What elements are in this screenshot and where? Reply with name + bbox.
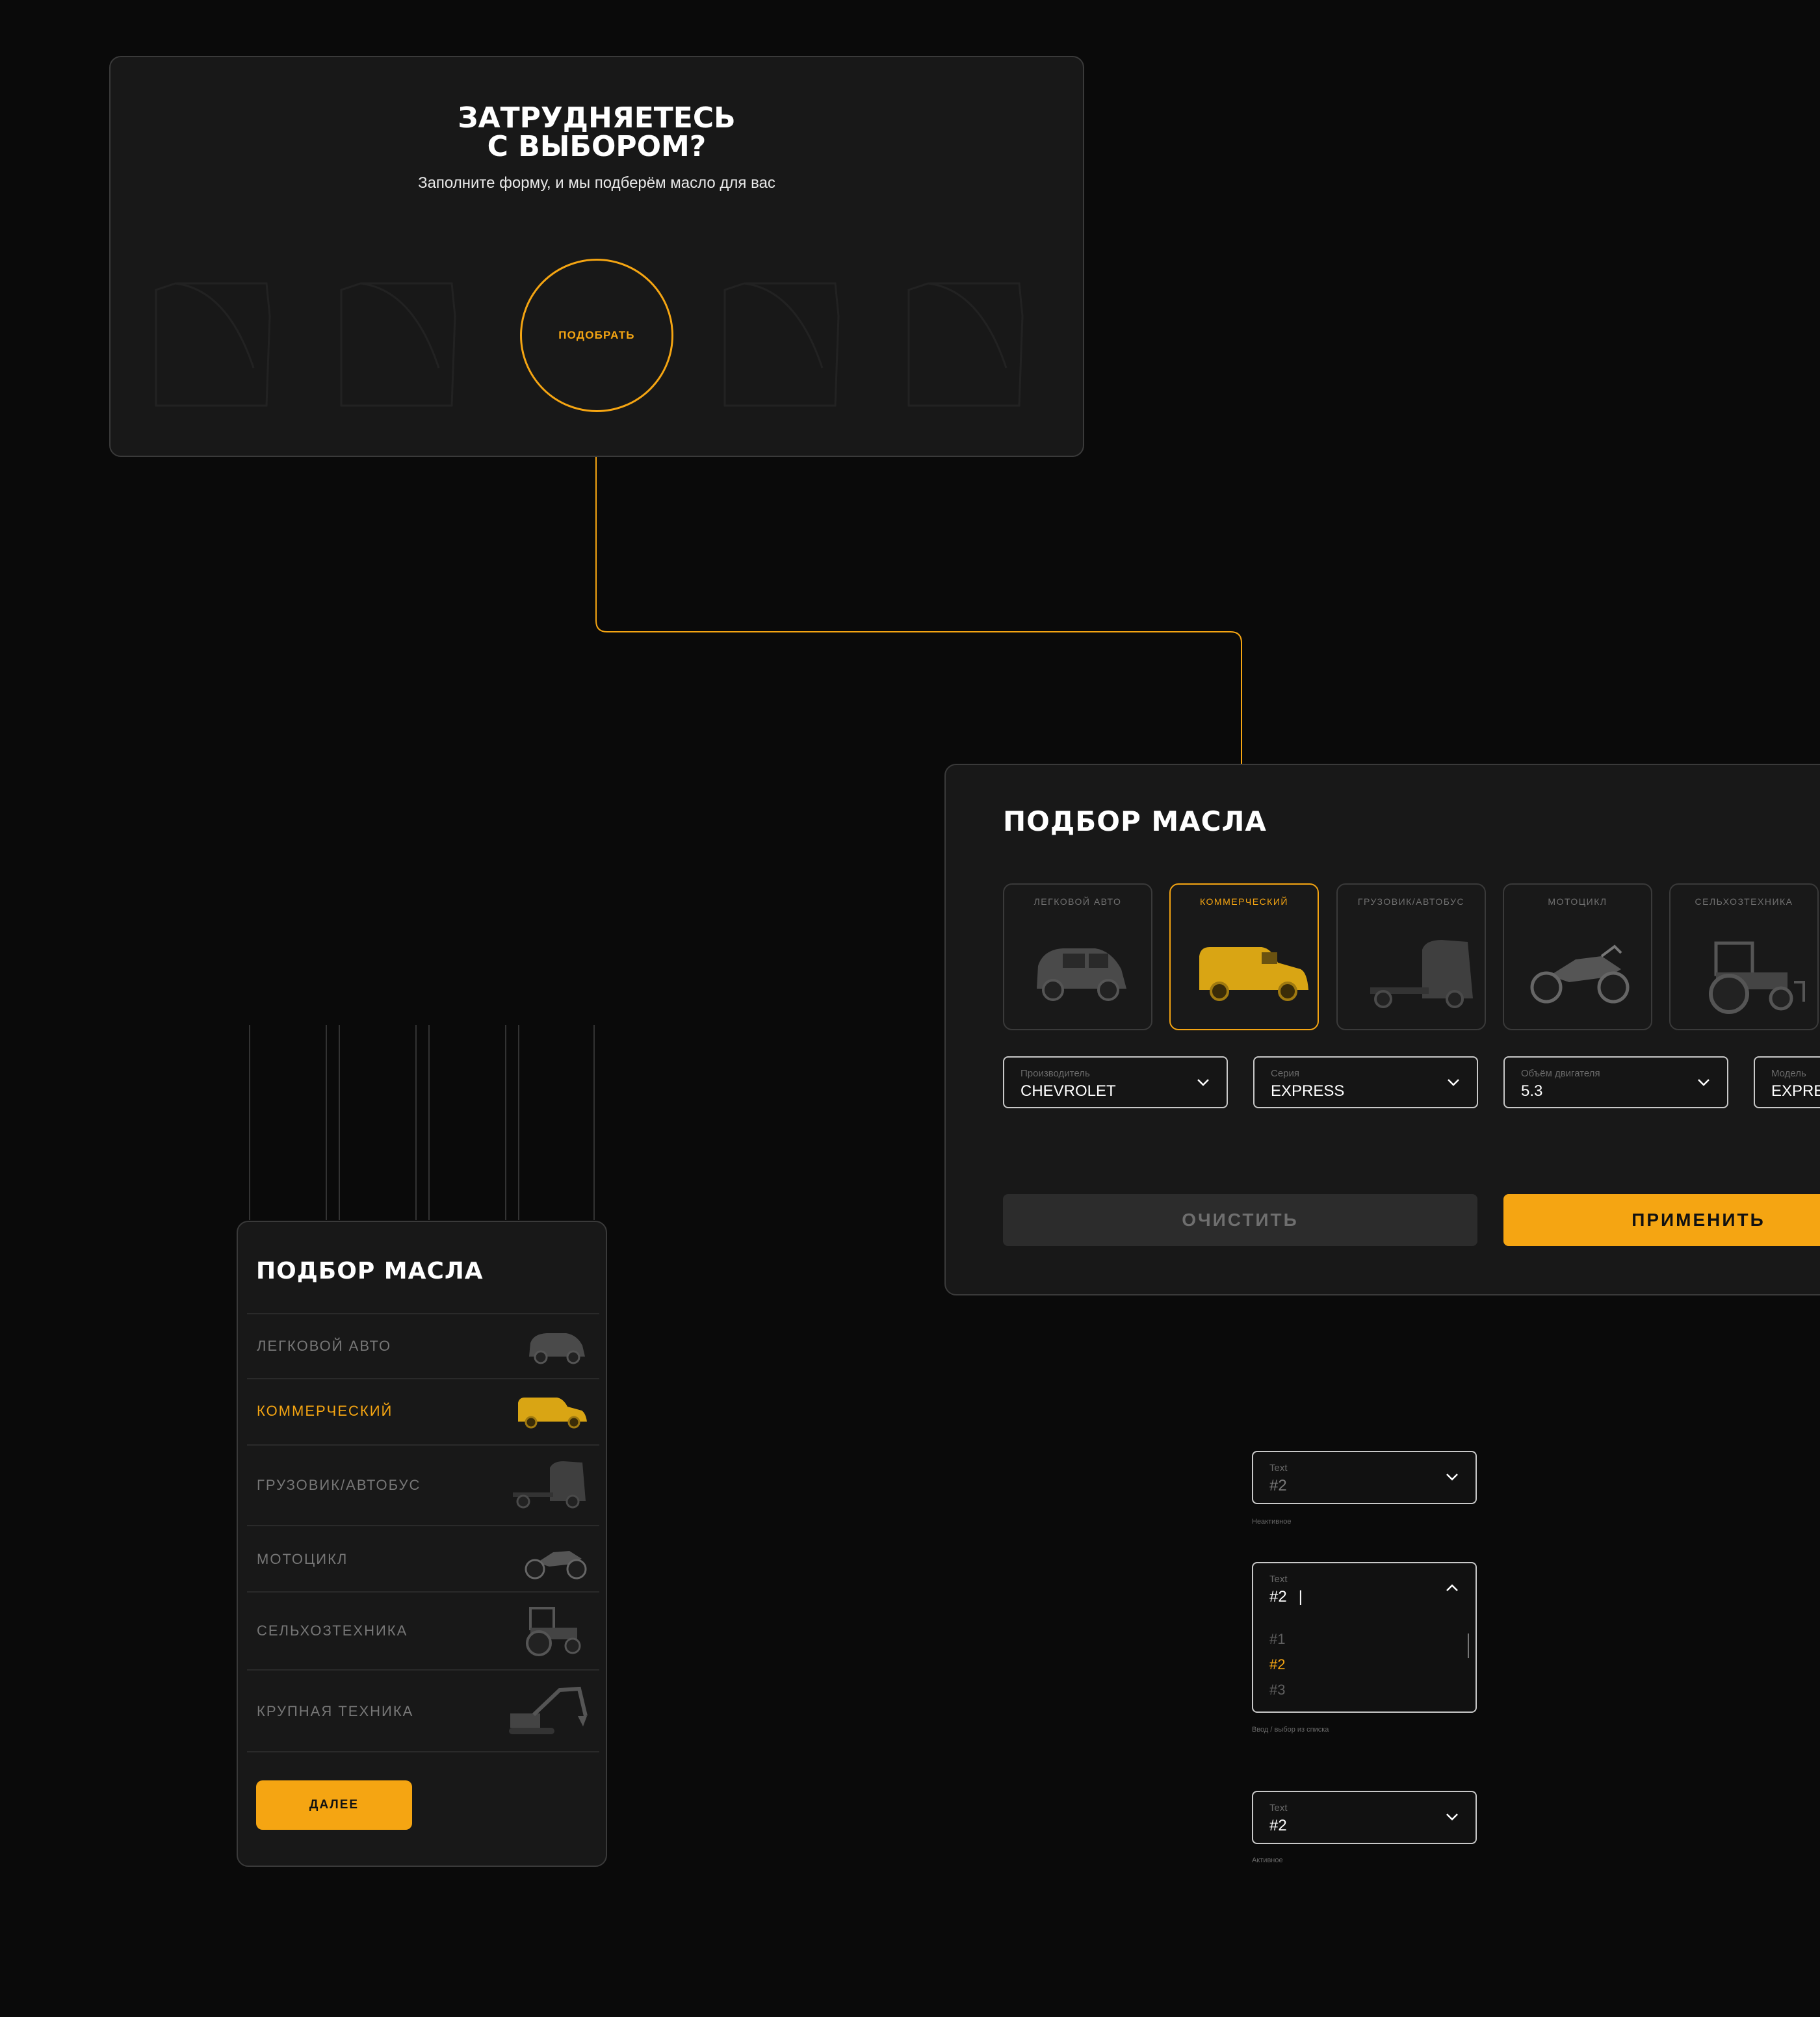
- promo-title: ЗАТРУДНЯЕТЕСЬ С ВЫБОРОМ?: [458, 101, 736, 163]
- canister-icon: [907, 282, 1024, 407]
- clear-button[interactable]: ОЧИСТИТЬ: [1003, 1194, 1477, 1246]
- chevron-down-icon: [1448, 1079, 1459, 1086]
- canister-icon: [155, 282, 271, 407]
- guide-line: [593, 1025, 595, 1220]
- tractor-icon: [526, 1607, 581, 1656]
- next-button[interactable]: ДАЛЕЕ: [256, 1780, 412, 1830]
- mobile-item-truck[interactable]: ГРУЗОВИК/АВТОБУС: [247, 1444, 599, 1525]
- van-icon: [518, 1398, 587, 1429]
- car-icon: [529, 1333, 585, 1364]
- mobile-item-commercial[interactable]: КОММЕРЧЕСКИЙ: [247, 1378, 599, 1444]
- state-note: Неактивное: [1252, 1518, 1292, 1526]
- chevron-down-icon: [1446, 1474, 1458, 1481]
- promo-card: ЗАТРУДНЯЕТЕСЬ С ВЫБОРОМ? Заполните форму…: [109, 56, 1084, 457]
- model-select[interactable]: Модель EXPRE: [1754, 1056, 1820, 1108]
- vehicle-tile-car[interactable]: ЛЕГКОВОЙ АВТО: [1003, 883, 1152, 1030]
- chevron-up-icon: [1446, 1584, 1458, 1591]
- scrollbar[interactable]: [1468, 1633, 1469, 1658]
- mobile-item-tractor[interactable]: СЕЛЬХОЗТЕХНИКА: [247, 1591, 599, 1669]
- canister-icon: [723, 282, 840, 407]
- guide-line: [415, 1025, 417, 1220]
- selector-title: ПОДБОР МАСЛА: [1003, 805, 1267, 837]
- dropdown-open[interactable]: Text #2 | #1 #2 #3: [1252, 1562, 1477, 1713]
- van-icon: [1199, 947, 1308, 1001]
- mobile-item-motorcycle[interactable]: МОТОЦИКЛ: [247, 1525, 599, 1591]
- chevron-down-icon: [1197, 1079, 1209, 1086]
- chevron-down-icon: [1698, 1079, 1710, 1086]
- mobile-item-heavy[interactable]: КРУПНАЯ ТЕХНИКА: [247, 1669, 599, 1752]
- guide-line: [326, 1025, 327, 1220]
- guide-line: [428, 1025, 430, 1220]
- vehicle-tile-tractor[interactable]: СЕЛЬХОЗТЕХНИКА: [1669, 883, 1819, 1030]
- guide-line: [339, 1025, 340, 1220]
- chevron-down-icon: [1446, 1814, 1458, 1821]
- mobile-item-car[interactable]: ЛЕГКОВОЙ АВТО: [247, 1313, 599, 1378]
- mobile-title: ПОДБОР МАСЛА: [256, 1258, 484, 1284]
- motorcycle-icon: [525, 1551, 587, 1580]
- guide-line: [518, 1025, 519, 1220]
- dropdown-option[interactable]: #1: [1269, 1631, 1285, 1648]
- manufacturer-select[interactable]: Производитель CHEVROLET: [1003, 1056, 1228, 1108]
- pick-oil-button[interactable]: ПОДОБРАТЬ: [520, 259, 673, 412]
- state-note: Активное: [1252, 1856, 1283, 1864]
- tractor-icon: [1709, 941, 1805, 1014]
- state-note: Ввод / выбор из списка: [1252, 1726, 1329, 1734]
- promo-subtitle: Заполните форму, и мы подберём масло для…: [418, 174, 775, 192]
- engine-volume-select[interactable]: Объём двигателя 5.3: [1503, 1056, 1728, 1108]
- apply-button[interactable]: ПРИМЕНИТЬ: [1503, 1194, 1820, 1246]
- truck-icon: [1370, 940, 1473, 1008]
- dropdown-input[interactable]: #2 |: [1269, 1588, 1303, 1606]
- guide-line: [249, 1025, 250, 1220]
- dropdown-inactive[interactable]: Text #2: [1252, 1451, 1477, 1504]
- truck-icon: [513, 1461, 586, 1509]
- dropdown-option[interactable]: #2: [1269, 1656, 1285, 1673]
- excavator-icon: [509, 1686, 588, 1734]
- vehicle-tile-commercial[interactable]: КОММЕРЧЕСКИЙ: [1169, 883, 1319, 1030]
- motorcycle-icon: [1530, 944, 1630, 1004]
- vehicle-tile-truck[interactable]: ГРУЗОВИК/АВТОБУС: [1336, 883, 1486, 1030]
- guide-line: [505, 1025, 506, 1220]
- car-icon: [1037, 948, 1126, 1001]
- series-select[interactable]: Серия EXPRESS: [1253, 1056, 1478, 1108]
- vehicle-tile-motorcycle[interactable]: МОТОЦИКЛ: [1503, 883, 1652, 1030]
- dropdown-option[interactable]: #3: [1269, 1682, 1285, 1698]
- oil-selector-mobile: ПОДБОР МАСЛА ЛЕГКОВОЙ АВТО КОММЕРЧЕСКИЙ …: [237, 1221, 607, 1867]
- oil-selector-desktop: ПОДБОР МАСЛА ЛЕГКОВОЙ АВТО КОММЕРЧЕСКИЙ …: [944, 764, 1820, 1295]
- dropdown-active[interactable]: Text #2: [1252, 1791, 1477, 1844]
- canister-icon: [340, 282, 456, 407]
